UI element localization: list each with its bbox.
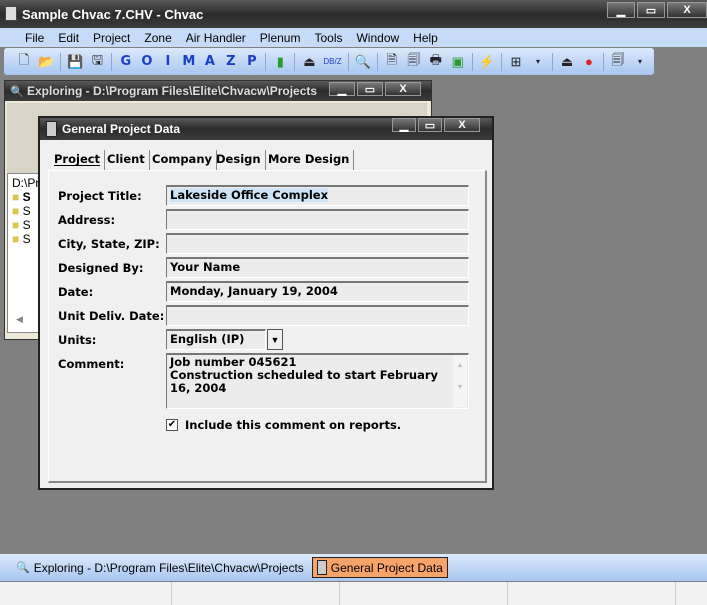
include-comment-label: Include this comment on reports. bbox=[185, 418, 402, 432]
dialog-title: General Project Data bbox=[62, 122, 181, 136]
include-comment-checkbox[interactable]: ✔ bbox=[166, 419, 178, 431]
dialog-minimize-button[interactable]: ▁ bbox=[392, 118, 416, 132]
dialog-close-button[interactable]: X bbox=[444, 118, 480, 132]
tools-icon[interactable]: ⏏ bbox=[559, 53, 575, 71]
toolbar: 🗋 📂 💾 🖫 G O I M A Z P ▮ ⏏ DB/Z 🔍 🗎 🗐 🖶 ▣… bbox=[4, 48, 654, 75]
address-input[interactable] bbox=[166, 209, 469, 230]
explorer-icon: 🔍 bbox=[16, 562, 30, 574]
explorer-maximize-button[interactable]: ▭ bbox=[357, 82, 383, 96]
tree-icon[interactable]: ⊞ bbox=[508, 53, 524, 71]
close-button[interactable]: X bbox=[667, 2, 707, 18]
scroll-left-icon[interactable]: ◀ bbox=[16, 314, 23, 325]
tab-design[interactable]: Design bbox=[212, 150, 266, 170]
comment-scrollbar[interactable]: ▲ ▼ bbox=[453, 355, 467, 407]
menu-plenum[interactable]: Plenum bbox=[253, 31, 308, 45]
new-file-icon[interactable]: 🗋 bbox=[16, 52, 32, 71]
db-z-icon[interactable]: DB/Z bbox=[323, 53, 341, 71]
explorer-icon: 🔍 bbox=[10, 86, 24, 98]
toolbar-m-button[interactable]: M bbox=[181, 53, 196, 71]
window-taskbar: 🔍 Exploring - D:\Program Files\Elite\Chv… bbox=[0, 554, 707, 581]
app-title: Sample Chvac 7.CHV - Chvac bbox=[22, 7, 204, 22]
designed-by-label: Designed By: bbox=[58, 261, 144, 275]
address-label: Address: bbox=[58, 213, 116, 227]
menu-file[interactable]: File bbox=[18, 31, 51, 45]
city-state-zip-label: City, State, ZIP: bbox=[58, 237, 160, 251]
print-icon[interactable]: 🖶 bbox=[428, 52, 444, 71]
toolbar-overflow-icon[interactable]: ▾ bbox=[530, 53, 546, 71]
menu-edit[interactable]: Edit bbox=[51, 31, 86, 45]
weather-icon[interactable]: ⚡ bbox=[479, 53, 495, 71]
menu-air-handler[interactable]: Air Handler bbox=[179, 31, 253, 45]
tab-more-design[interactable]: More Design bbox=[264, 150, 355, 170]
export-icon[interactable]: ▣ bbox=[450, 53, 466, 71]
taskbar-item-exploring[interactable]: 🔍 Exploring - D:\Program Files\Elite\Chv… bbox=[12, 559, 308, 577]
menu-window[interactable]: Window bbox=[349, 31, 406, 45]
report-icon[interactable]: 🗎 bbox=[384, 52, 400, 71]
units-label: Units: bbox=[58, 333, 97, 347]
units-select[interactable]: English (IP) bbox=[166, 329, 266, 350]
maximize-button[interactable]: ▭ bbox=[637, 2, 665, 18]
explorer-close-button[interactable]: X bbox=[385, 82, 421, 96]
tab-company[interactable]: Company bbox=[148, 150, 217, 170]
toolbar-o-button[interactable]: O bbox=[139, 53, 154, 71]
find-icon[interactable]: 🔍 bbox=[355, 53, 371, 71]
toolbar-p-button[interactable]: P bbox=[244, 53, 259, 71]
explorer-minimize-button[interactable]: ▁ bbox=[329, 82, 355, 96]
open-folder-icon[interactable]: 📂 bbox=[38, 53, 54, 71]
explorer-title: Exploring - D:\Program Files\Elite\Chvac… bbox=[27, 84, 318, 98]
date-input[interactable]: Monday, January 19, 2004 bbox=[166, 281, 469, 302]
menu-project[interactable]: Project bbox=[86, 31, 137, 45]
print-preview-icon[interactable]: 🗐 bbox=[406, 52, 422, 71]
date-label: Date: bbox=[58, 285, 94, 299]
tab-client[interactable]: Client bbox=[103, 150, 150, 170]
toolbar-overflow2-icon[interactable]: ▾ bbox=[632, 53, 648, 71]
unit-deliv-date-label: Unit Deliv. Date: bbox=[58, 309, 165, 323]
menu-tools[interactable]: Tools bbox=[307, 31, 349, 45]
toolbar-z-button[interactable]: Z bbox=[223, 53, 238, 71]
calculate-icon[interactable]: ⏏ bbox=[301, 53, 317, 71]
comment-textarea[interactable]: Job number 045621 Construction scheduled… bbox=[166, 353, 469, 409]
tab-project[interactable]: Project bbox=[50, 150, 106, 170]
designed-by-input[interactable]: Your Name bbox=[166, 257, 469, 278]
minimize-button[interactable]: ▁ bbox=[607, 2, 635, 18]
app-icon bbox=[5, 6, 17, 21]
dialog-icon bbox=[46, 121, 57, 137]
units-dropdown-button[interactable]: ▼ bbox=[267, 329, 283, 350]
toolbar-g-button[interactable]: G bbox=[118, 53, 133, 71]
toolbar-a-button[interactable]: A bbox=[202, 53, 217, 71]
menu-help[interactable]: Help bbox=[406, 31, 445, 45]
comment-label: Comment: bbox=[58, 357, 125, 371]
menu-bar: File Edit Project Zone Air Handler Plenu… bbox=[0, 28, 707, 47]
dialog-maximize-button[interactable]: ▭ bbox=[418, 118, 442, 132]
toolbar-i-button[interactable]: I bbox=[160, 53, 175, 71]
save-all-icon[interactable]: 🖫 bbox=[89, 52, 105, 71]
app-title-bar: Sample Chvac 7.CHV - Chvac bbox=[0, 0, 707, 28]
project-title-label: Project Title: bbox=[58, 189, 142, 203]
unit-deliv-date-input[interactable] bbox=[166, 305, 469, 326]
project-title-input[interactable]: Lakeside Office Complex bbox=[166, 185, 469, 206]
save-icon[interactable]: 💾 bbox=[67, 53, 83, 71]
dialog-icon bbox=[316, 560, 327, 575]
battery-icon[interactable]: ▮ bbox=[272, 53, 288, 71]
color-icon[interactable]: ● bbox=[581, 53, 597, 71]
menu-zone[interactable]: Zone bbox=[137, 31, 178, 45]
status-bar bbox=[0, 582, 707, 605]
taskbar-item-general-project-data[interactable]: General Project Data bbox=[311, 557, 448, 578]
city-state-zip-input[interactable] bbox=[166, 233, 469, 254]
preview-icon[interactable]: 🗐 bbox=[610, 52, 626, 71]
